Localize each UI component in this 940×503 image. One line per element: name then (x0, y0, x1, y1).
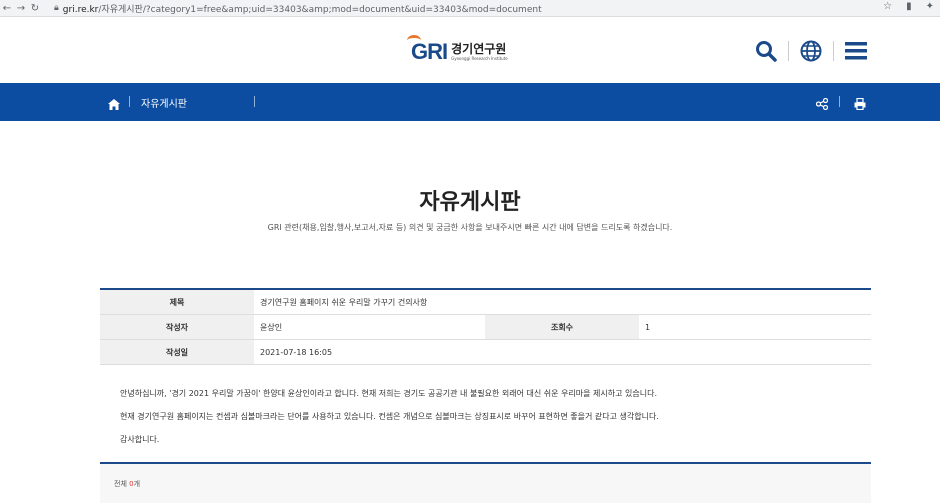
site-header: GRI 경기연구원 Gyeonggi Research Institute (0, 17, 940, 83)
address-bar[interactable]: 🔒︎ gri.re.kr/자유게시판/?category1=free&amp;u… (54, 2, 542, 15)
logo-name-ko: 경기연구원 (451, 41, 507, 56)
logo-name-en: Gyeonggi Research Institute (451, 55, 508, 61)
location-bar: 자유게시판 (0, 83, 940, 121)
comment-count: 전체 0개 (114, 480, 141, 488)
home-icon[interactable] (108, 95, 120, 114)
subject-label: 제목 (100, 290, 254, 314)
back-icon[interactable]: ← (0, 3, 14, 14)
post-date: 2021-07-18 16:05 (260, 347, 333, 357)
table-row: 작성자 윤상인 조회수 1 (100, 315, 871, 340)
search-icon[interactable] (754, 39, 778, 63)
puzzle-icon[interactable]: ✦ (926, 1, 934, 12)
reload-icon[interactable]: ↻ (28, 3, 42, 14)
browser-toolbar: ← → ↻ 🔒︎ gri.re.kr/자유게시판/?category1=free… (0, 0, 940, 17)
page-title: 자유게시판 (419, 190, 521, 215)
forward-icon[interactable]: → (14, 3, 28, 14)
share-icon[interactable] (815, 95, 829, 114)
logo-mark: GRI (407, 35, 448, 65)
post-paragraph: 안녕하십니까, '경기 2021 우리말 가꿈이' 한양대 윤상인이라고 합니다… (120, 389, 658, 398)
globe-icon[interactable] (799, 39, 823, 63)
lock-icon: 🔒︎ (54, 3, 59, 13)
post-info-table: 제목 경기연구원 홈페이지 쉬운 우리말 가꾸기 건의사항 작성자 윤상인 조회… (100, 288, 871, 365)
date-label: 작성일 (100, 340, 254, 364)
page-description: GRI 관련(채용,입찰,행사,보고서,자료 등) 의견 및 궁금한 사항을 보… (267, 223, 673, 232)
post-body: 안녕하십니까, '경기 2021 우리말 가꿈이' 한양대 윤상인이라고 합니다… (120, 382, 860, 451)
views-label: 조회수 (485, 315, 639, 339)
post-paragraph: 감사합니다. (120, 435, 160, 444)
url-path: /자유게시판/?category1=free&amp;uid=33403&amp… (98, 4, 542, 15)
author-label: 작성자 (100, 315, 254, 339)
menu-icon[interactable] (844, 39, 868, 63)
post-subject: 경기연구원 홈페이지 쉬운 우리말 가꾸기 건의사항 (260, 297, 428, 307)
table-row: 작성일 2021-07-18 16:05 (100, 340, 871, 365)
post-views: 1 (645, 322, 651, 332)
table-row: 제목 경기연구원 홈페이지 쉬운 우리말 가꾸기 건의사항 (100, 290, 871, 315)
post-author: 윤상인 (260, 322, 283, 332)
site-logo[interactable]: GRI 경기연구원 Gyeonggi Research Institute (407, 35, 508, 65)
post-paragraph: 현재 경기연구원 홈페이지는 컨셉과 심볼마크라는 단어를 사용하고 있습니다.… (120, 412, 659, 421)
comments-section: 전체 0개 (100, 462, 871, 503)
print-icon[interactable] (854, 95, 866, 114)
breadcrumb-current[interactable]: 자유게시판 (141, 95, 187, 110)
url-host: gri.re.kr (62, 4, 99, 15)
extension-icon[interactable]: ▮ (906, 1, 912, 12)
bookmark-star-icon[interactable]: ☆ (883, 1, 892, 12)
